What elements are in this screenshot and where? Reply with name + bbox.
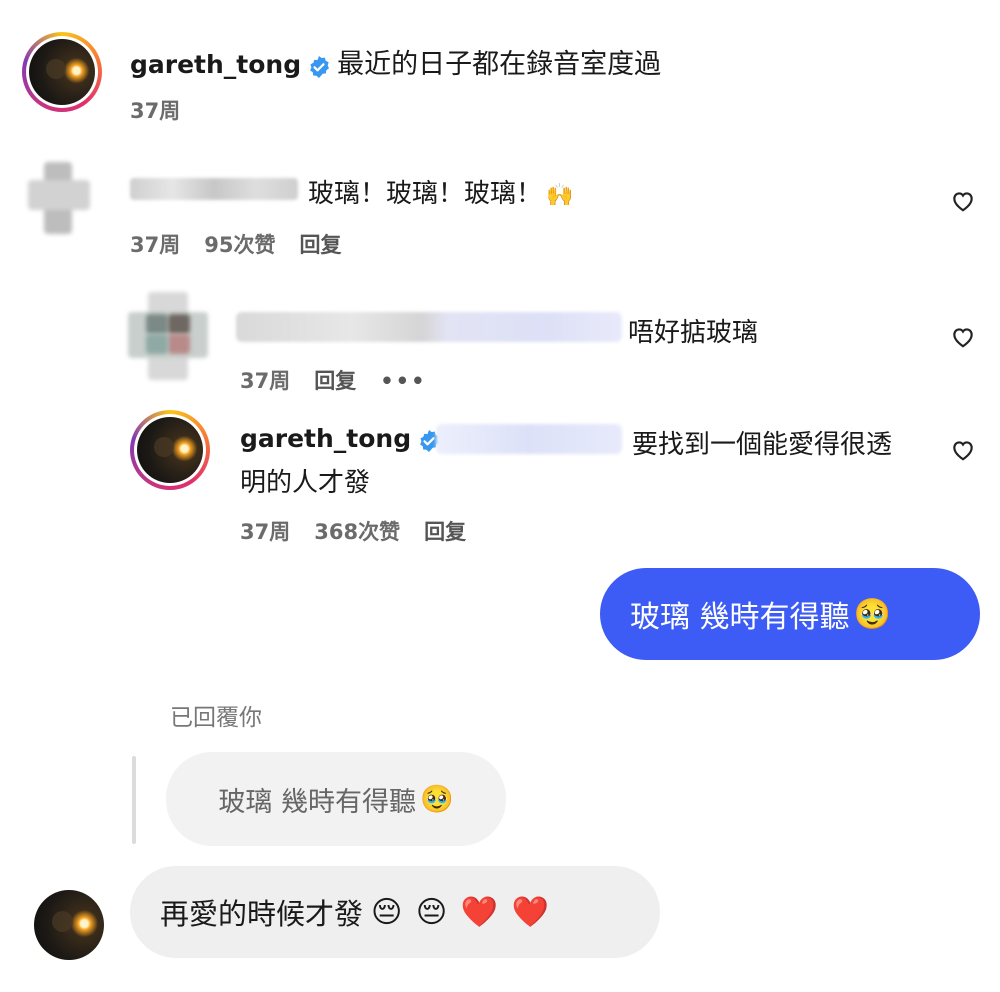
sender-avatar[interactable] — [34, 890, 104, 960]
post-caption: 最近的日子都在錄音室度過 — [337, 49, 662, 80]
comment-3-text-line2: 明的人才發 — [240, 468, 371, 498]
comment-3-reply-button[interactable]: 回复 — [424, 520, 466, 544]
reply-commenter-avatar-blurred[interactable] — [128, 292, 208, 380]
comment-1-meta: 37周 95次赞 回复 — [130, 229, 365, 259]
comment-2-heart-icon[interactable] — [950, 324, 976, 350]
commenter-name-blurred[interactable] — [130, 178, 298, 200]
sent-message-text: 玻璃 幾時有得聽 — [630, 600, 850, 635]
post-time: 37周 — [130, 99, 181, 123]
verified-badge-icon — [310, 55, 330, 78]
comment-2-reply-button[interactable]: 回复 — [314, 369, 356, 393]
pleading-face-emoji-icon: 🥹 — [419, 784, 454, 815]
comment-3-text-line1: 要找到一個能愛得很透 — [632, 430, 893, 460]
comment-1-heart-icon[interactable] — [950, 188, 976, 214]
quoted-message-bubble[interactable]: 玻璃 幾時有得聽 🥹 — [166, 752, 506, 846]
post-avatar[interactable] — [22, 32, 102, 112]
raised-hands-emoji-icon: 🙌 — [546, 183, 574, 208]
post-header-line: gareth_tong 最近的日子都在錄音室度過 — [130, 42, 661, 83]
comment-3-heart-icon[interactable] — [950, 437, 976, 463]
more-options-icon[interactable]: ••• — [380, 369, 426, 393]
sent-message-bubble[interactable]: 玻璃 幾時有得聽 🥹 — [600, 568, 980, 660]
comment-1-text: 玻璃！玻璃！玻璃！ — [308, 179, 543, 209]
comment-3-username[interactable]: gareth_tong — [240, 424, 411, 453]
pensive-face-and-hearts-emoji-icon: 😔 😔 ❤️ ❤️ — [371, 894, 551, 930]
mention-blurred[interactable] — [436, 424, 622, 454]
reply-message-bubble[interactable]: 再愛的時候才發 😔 😔 ❤️ ❤️ — [130, 866, 660, 958]
comment-3-likes[interactable]: 368次赞 — [314, 520, 400, 544]
reply-message-text: 再愛的時候才發 — [160, 897, 364, 931]
commenter-avatar-blurred[interactable] — [28, 162, 90, 234]
comment-1-text-wrap: 玻璃！玻璃！玻璃！ 🙌 — [308, 173, 573, 210]
pleading-face-emoji-icon: 🥹 — [853, 596, 891, 632]
comment-2-text: 唔好掂玻璃 — [628, 318, 759, 348]
comment-3-time: 37周 — [240, 520, 291, 544]
comment-1-reply-button[interactable]: 回复 — [299, 233, 341, 257]
reply-author-avatar[interactable] — [130, 410, 210, 490]
post-username[interactable]: gareth_tong — [130, 50, 301, 79]
comment-1-likes[interactable]: 95次赞 — [204, 233, 275, 257]
quote-bar — [132, 756, 136, 844]
comment-3-meta: 37周 368次赞 回复 — [240, 516, 490, 546]
comment-2-time: 37周 — [240, 369, 291, 393]
comment-3-header: gareth_tong — [240, 424, 447, 457]
replied-to-you-label: 已回覆你 — [170, 705, 262, 731]
comment-2-meta: 37周 回复 ••• — [240, 365, 451, 395]
avatar-image — [29, 39, 95, 105]
reply-commenter-name-blurred[interactable] — [236, 312, 622, 342]
quoted-message-text: 玻璃 幾時有得聽 — [218, 786, 416, 818]
avatar-image — [34, 890, 104, 960]
comment-1-time: 37周 — [130, 233, 181, 257]
avatar-image — [137, 417, 203, 483]
